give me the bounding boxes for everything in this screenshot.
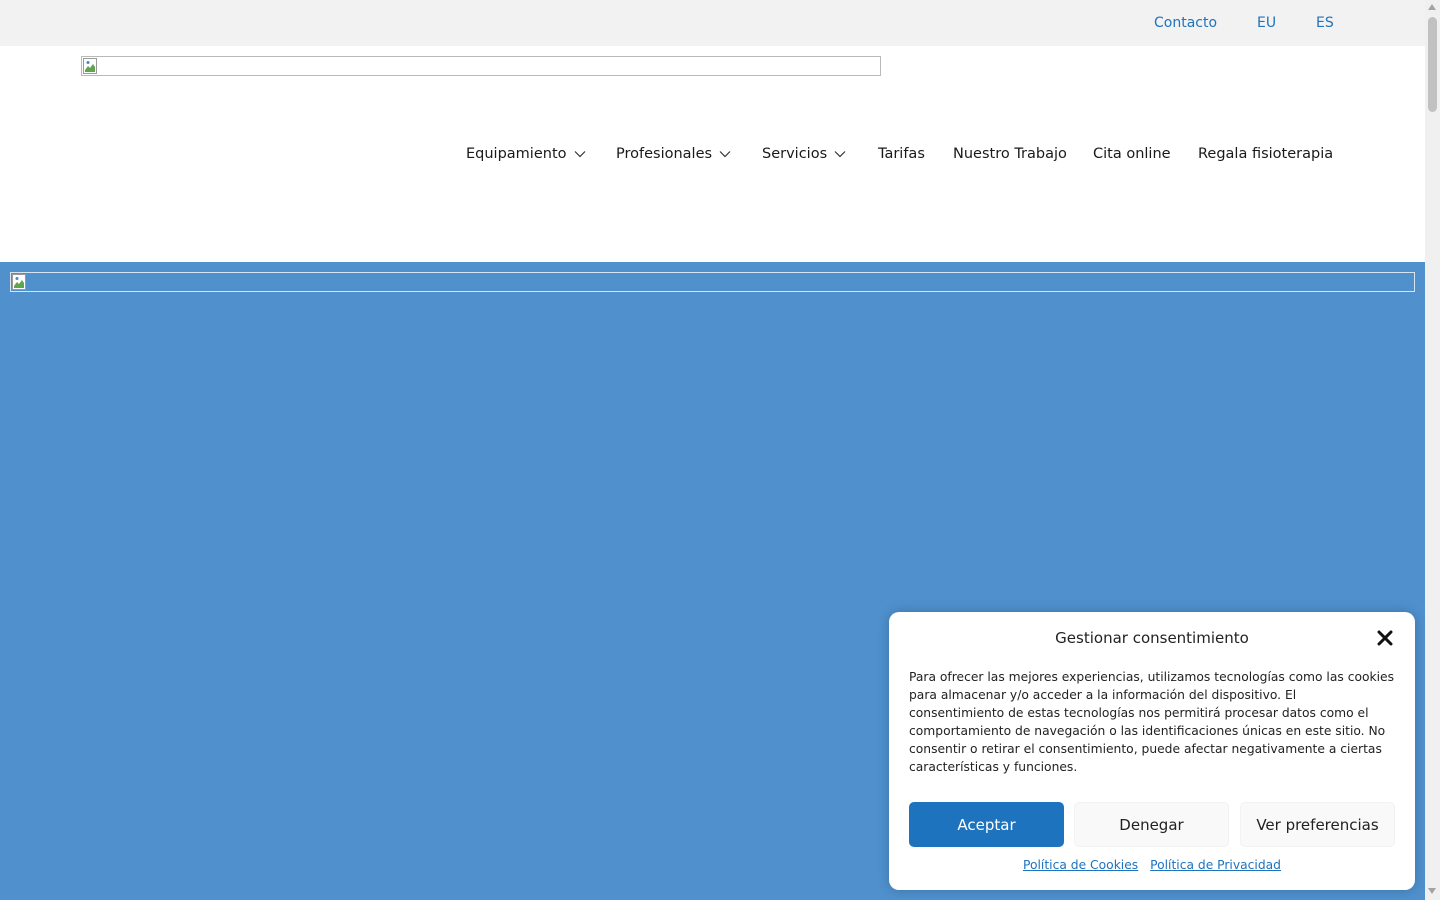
- top-utility-bar: Contacto EU ES: [0, 0, 1425, 46]
- nav-item-label: Regala fisioterapia: [1198, 146, 1334, 162]
- cookie-dialog-message: Para ofrecer las mejores experiencias, u…: [909, 670, 1395, 774]
- site-header: Equipamiento Profesionales Servicios Tar…: [0, 46, 1425, 262]
- accept-button[interactable]: Aceptar: [909, 802, 1064, 847]
- broken-image-icon: [83, 58, 97, 74]
- nav-item-equipamiento[interactable]: Equipamiento: [466, 144, 587, 164]
- contact-link[interactable]: Contacto: [1154, 14, 1217, 32]
- cookie-dialog-title: Gestionar consentimiento: [1055, 629, 1249, 647]
- broken-image-icon: [12, 274, 26, 290]
- chevron-down-icon: [719, 151, 731, 158]
- cookie-consent-dialog: Gestionar consentimiento Para ofrecer la…: [889, 612, 1415, 890]
- cookie-dialog-links: Política de Cookies Política de Privacid…: [889, 857, 1415, 873]
- nav-item-nuestro-trabajo[interactable]: Nuestro Trabajo: [953, 144, 1067, 164]
- nav-item-cita-online[interactable]: Cita online: [1093, 144, 1171, 164]
- nav-item-label: Profesionales: [616, 146, 713, 162]
- cookie-policy-link[interactable]: Política de Cookies: [1023, 858, 1138, 872]
- scrollbar-thumb[interactable]: [1428, 17, 1437, 112]
- view-preferences-button[interactable]: Ver preferencias: [1240, 802, 1395, 847]
- nav-item-servicios[interactable]: Servicios: [762, 144, 847, 164]
- chevron-down-icon: [574, 151, 585, 158]
- language-eu-link[interactable]: EU: [1257, 14, 1276, 32]
- nav-item-label: Nuestro Trabajo: [953, 146, 1067, 162]
- language-es-link[interactable]: ES: [1316, 14, 1334, 32]
- hero-image: [10, 272, 1415, 292]
- close-icon[interactable]: [1376, 629, 1394, 647]
- page-scrollbar[interactable]: [1425, 0, 1440, 900]
- site-logo[interactable]: [81, 56, 881, 76]
- chevron-down-icon: [834, 151, 846, 158]
- nav-item-tarifas[interactable]: Tarifas: [878, 144, 925, 164]
- nav-item-regala-fisioterapia[interactable]: Regala fisioterapia: [1198, 144, 1333, 164]
- scroll-up-arrow-icon[interactable]: [1428, 4, 1436, 10]
- nav-item-label: Tarifas: [878, 146, 925, 162]
- nav-item-profesionales[interactable]: Profesionales: [616, 144, 732, 164]
- nav-item-label: Cita online: [1093, 146, 1171, 162]
- scroll-down-arrow-icon[interactable]: [1428, 888, 1436, 894]
- nav-item-label: Equipamiento: [466, 146, 567, 162]
- deny-button[interactable]: Denegar: [1074, 802, 1229, 847]
- privacy-policy-link[interactable]: Política de Privacidad: [1150, 858, 1281, 872]
- nav-item-label: Servicios: [762, 146, 828, 162]
